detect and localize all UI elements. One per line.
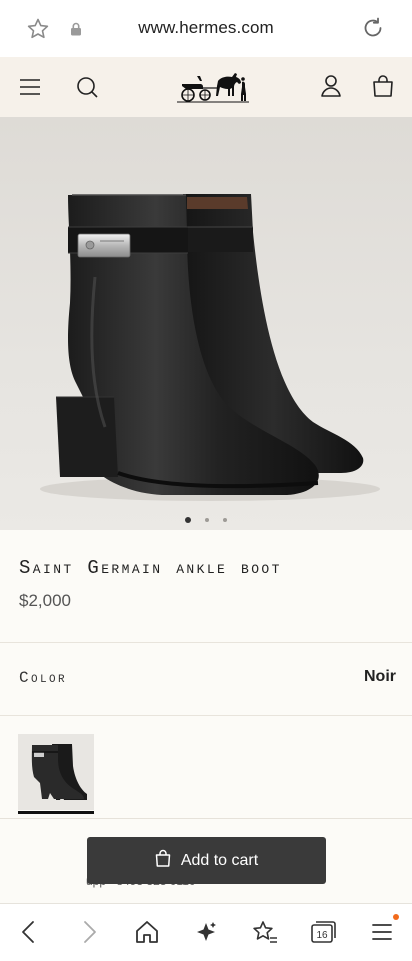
color-label: Color (19, 669, 68, 687)
carousel-dot-3[interactable] (223, 517, 228, 522)
product-image[interactable] (0, 117, 412, 530)
swatch-boot-thumbnail (18, 734, 94, 810)
product-price: $2,000 (19, 591, 71, 610)
add-to-cart-button[interactable]: Add to cart (87, 837, 326, 884)
bag-icon[interactable] (372, 74, 394, 103)
color-swatch-noir[interactable] (18, 734, 94, 810)
browser-bottom-nav: 16 (0, 903, 412, 961)
carousel-dot-1[interactable] (184, 516, 191, 523)
notification-badge (393, 914, 399, 920)
menu-icon[interactable] (370, 919, 394, 950)
account-icon[interactable] (320, 74, 342, 103)
sparkle-icon[interactable] (193, 919, 219, 950)
carousel-indicator[interactable] (0, 511, 412, 529)
divider (0, 642, 412, 643)
bookmark-star-icon[interactable] (251, 919, 279, 950)
carousel-dot-2[interactable] (205, 517, 209, 522)
site-header (0, 57, 412, 118)
tabs-icon[interactable]: 16 (309, 919, 337, 950)
divider (0, 818, 412, 819)
swatch-selected-indicator (18, 811, 94, 814)
boots-illustration (40, 194, 380, 501)
hermes-carriage-logo[interactable] (176, 67, 250, 108)
reload-icon[interactable] (361, 16, 385, 45)
menu-icon[interactable] (19, 77, 41, 102)
home-icon[interactable] (134, 919, 160, 950)
browser-address-bar: www.hermes.com (0, 0, 412, 58)
forward-icon[interactable] (78, 919, 100, 950)
divider (0, 715, 412, 716)
product-title: Saint Germain ankle boot (19, 557, 282, 579)
url-field[interactable]: www.hermes.com (0, 18, 412, 38)
search-icon[interactable] (76, 76, 98, 103)
color-value: Noir (364, 668, 396, 685)
back-icon[interactable] (18, 919, 40, 950)
bag-icon (155, 849, 171, 872)
tabs-count: 16 (316, 930, 328, 941)
add-to-cart-label: Add to cart (180, 851, 259, 869)
